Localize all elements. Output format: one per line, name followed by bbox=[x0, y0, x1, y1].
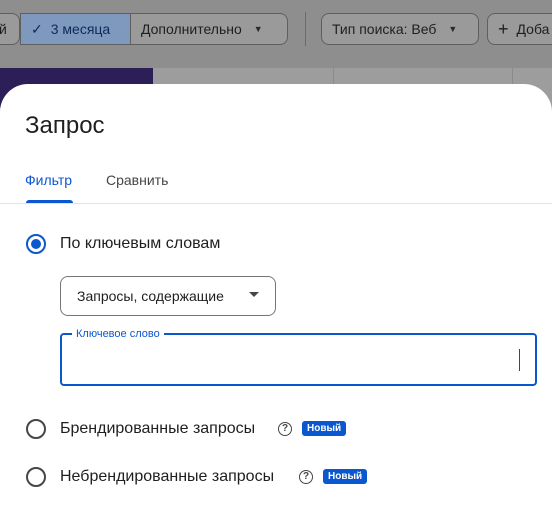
background-toolbar: й ✓ 3 месяца Дополнительно ▼ Тип поиска:… bbox=[0, 0, 552, 62]
tabs-divider bbox=[0, 203, 552, 204]
radio-keywords[interactable] bbox=[26, 234, 46, 254]
keyword-input[interactable] bbox=[76, 347, 510, 375]
new-badge: Новый bbox=[323, 469, 368, 484]
chevron-down-icon: ▼ bbox=[448, 24, 458, 34]
option-keywords-label[interactable]: По ключевым словам bbox=[60, 235, 220, 253]
match-type-dropdown[interactable]: Запросы, содержащие bbox=[60, 276, 276, 316]
help-icon[interactable]: ? bbox=[299, 470, 313, 484]
radio-selected-dot bbox=[31, 239, 41, 249]
match-type-value: Запросы, содержащие bbox=[77, 288, 224, 304]
add-filter-chip-label: Доба bbox=[516, 21, 550, 37]
filter-chip-period[interactable]: ✓ 3 месяца bbox=[20, 13, 131, 45]
filter-chip-more-label: Дополнительно bbox=[141, 21, 242, 37]
help-icon[interactable]: ? bbox=[278, 422, 292, 436]
chevron-down-icon bbox=[249, 292, 259, 297]
new-badge: Новый bbox=[302, 421, 347, 436]
search-type-chip[interactable]: Тип поиска: Веб ▼ bbox=[321, 13, 479, 45]
keyword-field-label: Ключевое слово bbox=[72, 327, 164, 341]
radio-non-branded[interactable] bbox=[26, 467, 46, 487]
filter-chip-partial[interactable]: й bbox=[0, 13, 20, 45]
keyword-field[interactable]: Ключевое слово bbox=[60, 327, 537, 386]
search-type-chip-label: Тип поиска: Веб bbox=[332, 21, 437, 37]
query-dialog: Запрос Фильтр Сравнить По ключевым слова… bbox=[0, 84, 552, 515]
text-cursor bbox=[519, 349, 520, 371]
radio-branded[interactable] bbox=[26, 419, 46, 439]
filter-chip-period-label: 3 месяца bbox=[50, 21, 111, 37]
option-branded-label[interactable]: Брендированные запросы bbox=[60, 420, 255, 438]
filter-chip-partial-label: й bbox=[0, 21, 7, 37]
add-filter-chip[interactable]: + Доба bbox=[487, 13, 552, 45]
tab-filter[interactable]: Фильтр bbox=[25, 172, 72, 188]
option-non-branded-label[interactable]: Небрендированные запросы bbox=[60, 468, 274, 486]
plus-icon: + bbox=[498, 19, 509, 39]
toolbar-divider bbox=[305, 12, 306, 46]
tab-compare[interactable]: Сравнить bbox=[106, 172, 168, 188]
filter-chip-more[interactable]: Дополнительно ▼ bbox=[130, 13, 288, 45]
chevron-down-icon: ▼ bbox=[253, 24, 263, 34]
dialog-title: Запрос bbox=[25, 112, 105, 139]
check-icon: ✓ bbox=[31, 20, 43, 37]
